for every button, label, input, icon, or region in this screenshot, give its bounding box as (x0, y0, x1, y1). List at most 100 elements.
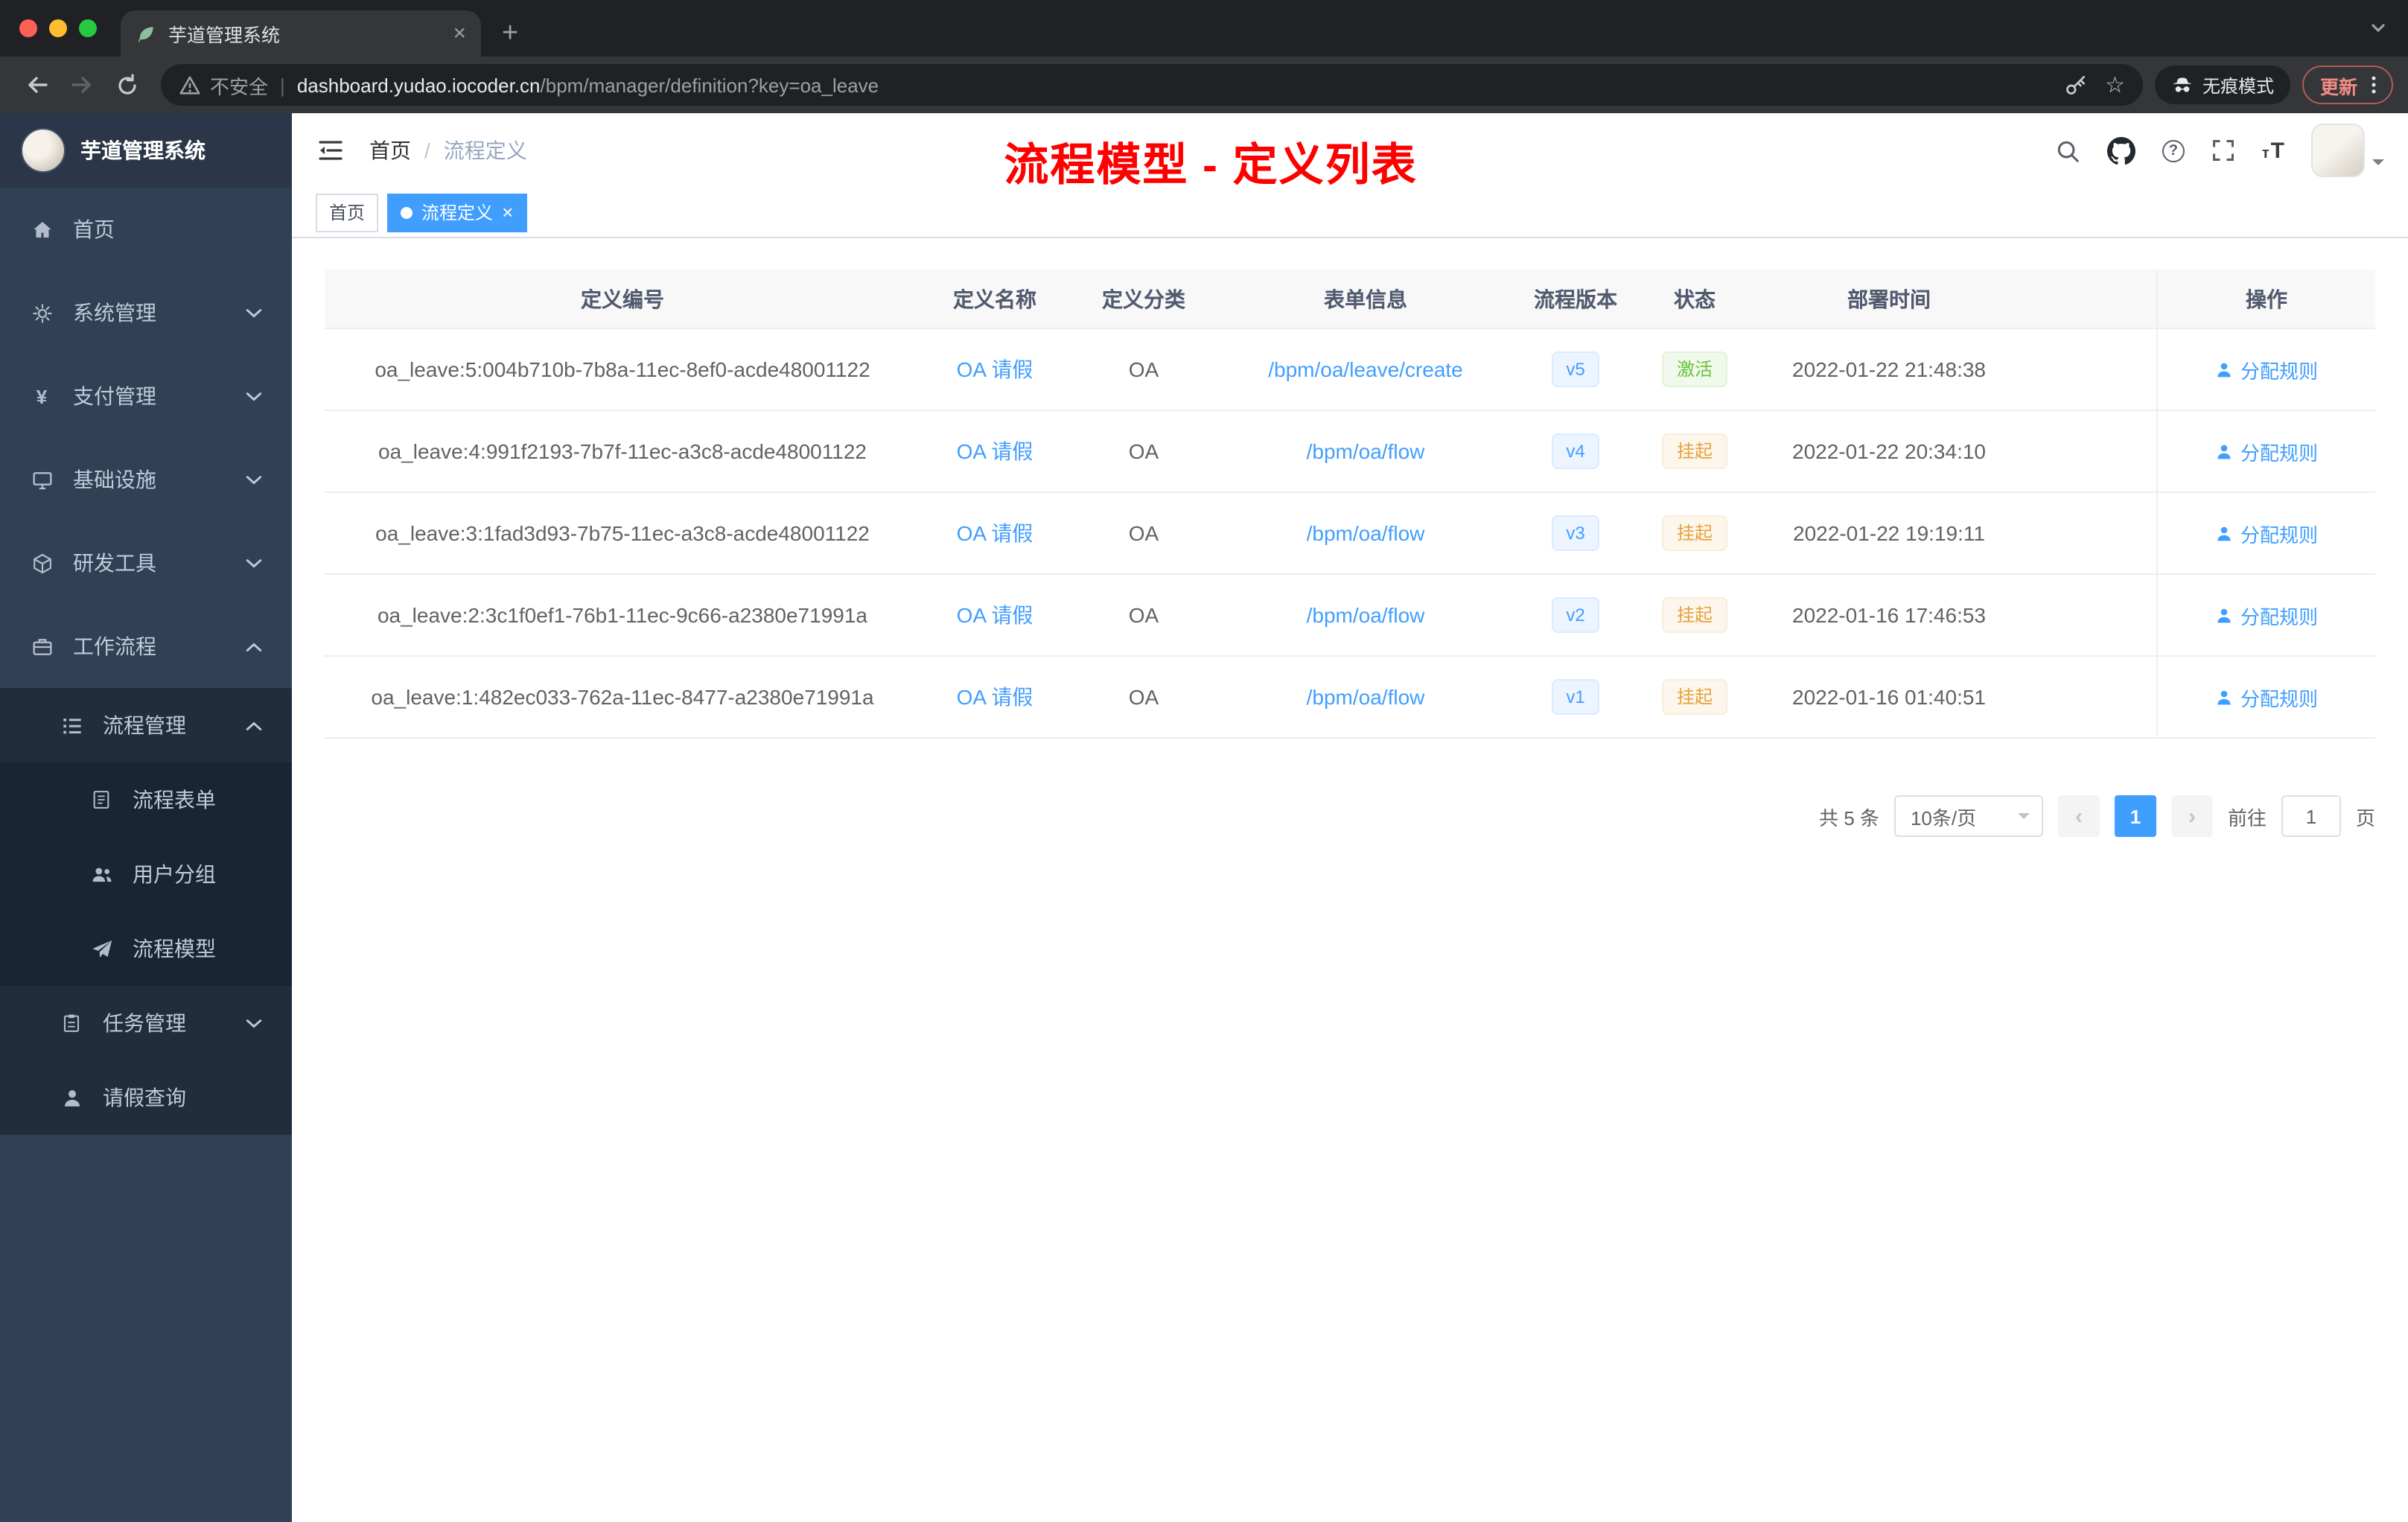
tag-process-definition[interactable]: 流程定义 × (387, 193, 527, 232)
tab-close-icon[interactable]: × (453, 22, 466, 45)
sidebar-item-process-form[interactable]: 流程表单 (0, 762, 292, 837)
form-link[interactable]: /bpm/oa/flow (1307, 439, 1425, 463)
breadcrumb-current: 流程定义 (443, 138, 527, 162)
assign-rule-link[interactable]: 分配规则 (2215, 601, 2318, 629)
chevron-down-icon (246, 1018, 262, 1028)
new-tab-button[interactable]: + (502, 19, 518, 48)
font-size-icon[interactable]: тT (2262, 139, 2284, 162)
assign-rule-link[interactable]: 分配规则 (2215, 355, 2318, 383)
sidebar-item-system[interactable]: 系统管理 (0, 271, 292, 354)
sidebar-item-leave-query[interactable]: 请假查询 (0, 1060, 292, 1135)
status-badge: 挂起 (1661, 515, 1727, 551)
help-icon[interactable]: ? (2162, 139, 2185, 162)
tag-close-icon[interactable]: × (502, 203, 513, 222)
definition-id: oa_leave:1:482ec033-762a-11ec-8477-a2380… (371, 685, 874, 709)
fullscreen-icon[interactable] (2211, 138, 2235, 162)
definition-category: OA (1128, 685, 1159, 709)
definition-name-link[interactable]: OA 请假 (957, 682, 1033, 712)
form-link[interactable]: /bpm/oa/flow (1307, 521, 1425, 545)
sidebar-item-label: 流程管理 (103, 713, 186, 737)
sidebar-item-process-mgmt[interactable]: 流程管理 (0, 688, 292, 762)
assign-rule-link[interactable]: 分配规则 (2215, 519, 2318, 547)
sidebar: 芋道管理系统 首页 系统管理 ¥ 支付管理 基础设施 研发工具 工作流程 流程管… (0, 113, 292, 1522)
sidebar-item-workflow[interactable]: 工作流程 (0, 605, 292, 688)
assign-rule-link[interactable]: 分配规则 (2215, 683, 2318, 711)
sidebar-item-label: 支付管理 (73, 384, 156, 408)
sidebar-item-label: 研发工具 (73, 551, 156, 575)
github-icon[interactable] (2106, 136, 2135, 165)
tag-label: 首页 (329, 203, 366, 223)
sidebar-item-label: 用户分组 (133, 862, 216, 886)
search-icon[interactable] (2055, 138, 2080, 163)
window-zoom-button[interactable] (79, 19, 97, 37)
forward-button[interactable] (60, 63, 104, 107)
chevron-up-icon (246, 641, 262, 652)
column-header: 状态 (1674, 287, 1716, 311)
definition-table: 定义编号 定义名称 定义分类 表单信息 流程版本 状态 部署时间 操作 oa_l… (325, 270, 2375, 739)
reload-button[interactable] (104, 63, 149, 107)
tag-label: 流程定义 (421, 203, 494, 223)
window-minimize-button[interactable] (49, 19, 67, 37)
form-link[interactable]: /bpm/oa/flow (1307, 685, 1425, 709)
sidebar-item-process-model[interactable]: 流程模型 (0, 911, 292, 986)
column-header: 定义名称 (953, 287, 1036, 311)
tab-title: 芋道管理系统 (168, 25, 281, 46)
browser-menu-icon[interactable] (2362, 73, 2386, 97)
tag-home[interactable]: 首页 (316, 193, 379, 232)
deploy-time: 2022-01-22 21:48:38 (1792, 357, 1986, 381)
version-tag: v1 (1551, 679, 1600, 715)
omnibox-divider: | (280, 74, 285, 96)
sidebar-item-task-mgmt[interactable]: 任务管理 (0, 986, 292, 1060)
tab-search-chevron-icon[interactable] (2369, 19, 2387, 37)
sidebar-item-dev[interactable]: 研发工具 (0, 521, 292, 605)
window-controls (0, 19, 121, 37)
sidebar-logo[interactable]: 芋道管理系统 (0, 113, 292, 188)
hamburger-icon[interactable] (316, 136, 345, 165)
sidebar-item-label: 请假查询 (103, 1086, 186, 1109)
caret-down-icon (2372, 159, 2384, 171)
breadcrumb-home[interactable]: 首页 (369, 136, 411, 165)
sidebar-item-pay[interactable]: ¥ 支付管理 (0, 354, 292, 438)
assign-rule-link[interactable]: 分配规则 (2215, 437, 2318, 465)
deploy-time: 2022-01-22 19:19:11 (1793, 521, 1985, 545)
sidebar-item-infra[interactable]: 基础设施 (0, 438, 292, 521)
browser-tab[interactable]: 芋道管理系统 × (121, 10, 481, 57)
definition-name-link[interactable]: OA 请假 (957, 436, 1033, 466)
version-tag: v4 (1551, 433, 1600, 469)
definition-id: oa_leave:3:1fad3d93-7b75-11ec-a3c8-acde4… (375, 521, 870, 545)
tab-favicon-icon (136, 23, 156, 44)
url-host: dashboard.yudao.iocoder.cn (296, 74, 541, 96)
goto-page-input[interactable] (2281, 795, 2341, 837)
definition-id: oa_leave:5:004b710b-7b8a-11ec-8ef0-acde4… (375, 357, 870, 381)
definition-name-link[interactable]: OA 请假 (957, 354, 1033, 384)
bookmark-star-icon[interactable]: ☆ (2105, 74, 2125, 96)
password-key-icon[interactable] (2063, 73, 2087, 97)
incognito-label: 无痕模式 (2202, 75, 2274, 96)
update-chip[interactable]: 更新 (2302, 66, 2393, 104)
clipboard-icon (60, 1013, 83, 1034)
next-page-button[interactable]: › (2170, 795, 2213, 837)
current-page-button[interactable]: 1 (2114, 795, 2156, 837)
chevron-down-icon (246, 558, 262, 568)
tab-strip: 芋道管理系统 × + (0, 0, 2408, 57)
user-menu[interactable] (2311, 124, 2384, 177)
form-link[interactable]: /bpm/oa/flow (1307, 603, 1425, 627)
definition-name-link[interactable]: OA 请假 (957, 518, 1033, 548)
security-status[interactable]: 不安全 (179, 71, 268, 99)
sidebar-item-home[interactable]: 首页 (0, 188, 292, 271)
definition-name-link[interactable]: OA 请假 (957, 600, 1033, 630)
window-close-button[interactable] (19, 19, 37, 37)
sidebar-item-user-group[interactable]: 用户分组 (0, 837, 292, 911)
page-size-select[interactable]: 10条/页 (1893, 795, 2043, 837)
prev-page-button[interactable]: ‹ (2057, 795, 2100, 837)
back-button[interactable] (15, 63, 60, 107)
chevron-down-icon (246, 308, 262, 318)
sidebar-item-label: 任务管理 (103, 1011, 186, 1035)
column-header: 定义分类 (1102, 287, 1185, 311)
table-header-row: 定义编号 定义名称 定义分类 表单信息 流程版本 状态 部署时间 操作 (325, 270, 2375, 329)
cube-icon (30, 552, 54, 574)
table-row: oa_leave:1:482ec033-762a-11ec-8477-a2380… (325, 657, 2375, 739)
form-link[interactable]: /bpm/oa/leave/create (1268, 357, 1463, 381)
address-bar[interactable]: 不安全 | dashboard.yudao.iocoder.cn/bpm/man… (161, 64, 2143, 106)
avatar[interactable] (2311, 124, 2365, 177)
